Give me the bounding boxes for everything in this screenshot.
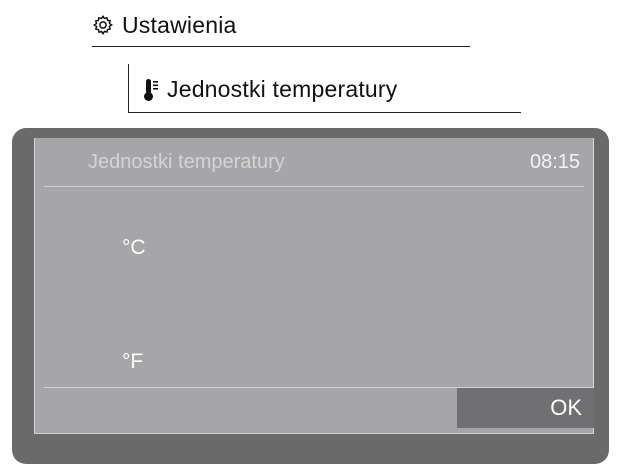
gear-icon (92, 14, 113, 36)
device-frame: Jednostki temperatury 08:15 °C °F OK (12, 128, 609, 464)
breadcrumb-temperature-units-label: Jednostki temperatury (167, 76, 398, 102)
breadcrumb-settings: Ustawienia (92, 8, 470, 47)
ok-button[interactable]: OK (457, 388, 594, 428)
screen-left-edge (34, 138, 35, 434)
screen-title: Jednostki temperatury (88, 151, 285, 173)
header-divider (44, 186, 584, 187)
option-celsius[interactable]: °C (122, 236, 146, 260)
display-screen: Jednostki temperatury 08:15 °C °F OK (34, 138, 594, 434)
screen-bottom-edge (34, 433, 594, 434)
breadcrumb-settings-label: Ustawienia (122, 12, 237, 38)
clock: 08:15 (530, 151, 581, 173)
breadcrumb-temperature-units: Jednostki temperatury (128, 64, 521, 113)
thermometer-icon (144, 79, 158, 101)
option-fahrenheit[interactable]: °F (122, 350, 143, 374)
